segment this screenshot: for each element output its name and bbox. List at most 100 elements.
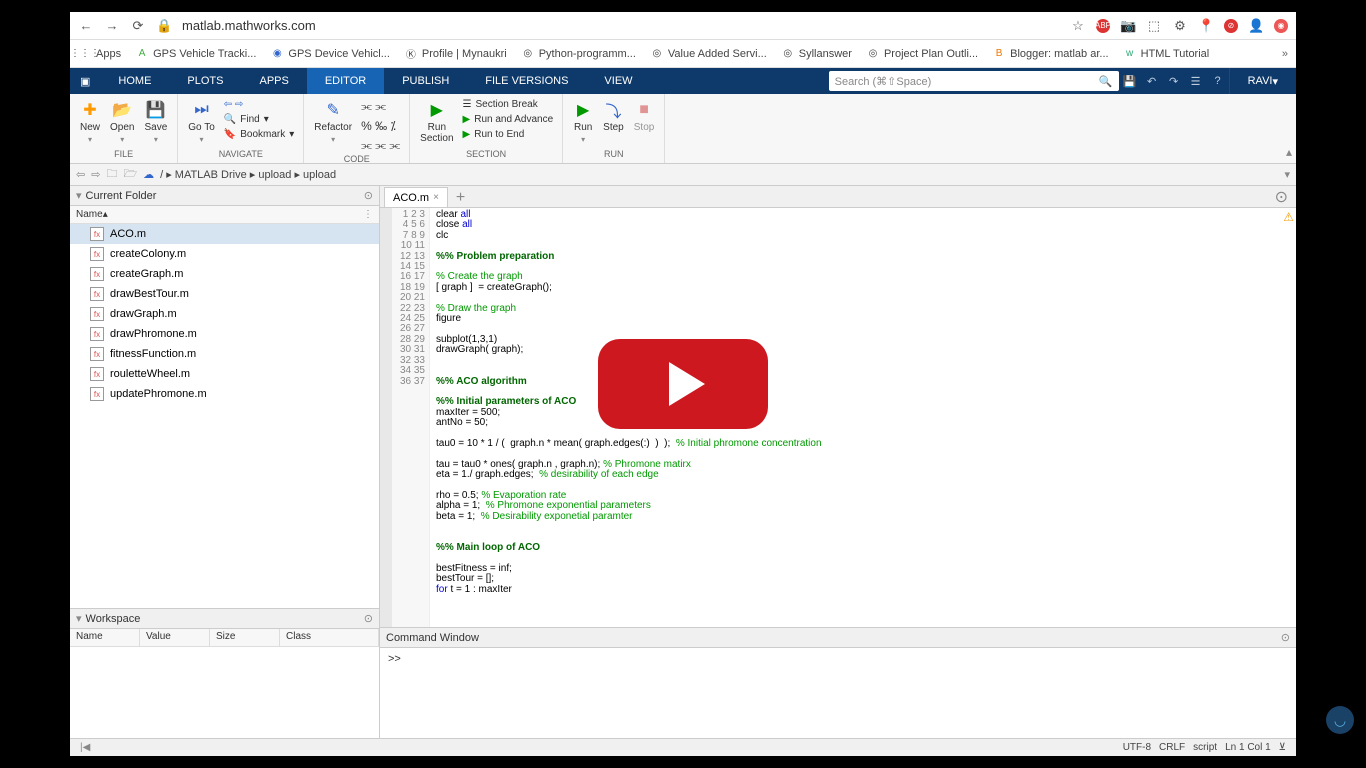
bookmark-item[interactable]: BBlogger: matlab ar...	[992, 47, 1108, 61]
file-item[interactable]: fxdrawBestTour.m	[70, 284, 379, 304]
forward-icon[interactable]: →	[104, 18, 120, 33]
breakpoint-strip[interactable]	[380, 208, 392, 627]
ext2-icon[interactable]: ◉	[1274, 19, 1288, 33]
reload-icon[interactable]: ⟳	[130, 18, 146, 34]
save-button[interactable]: 💾Save▾	[142, 98, 169, 146]
profile-icon[interactable]: 👤	[1248, 18, 1264, 34]
url-field[interactable]: matlab.mathworks.com	[182, 18, 1060, 33]
run-section-button[interactable]: ▶Run Section	[418, 98, 455, 146]
bookmark-item[interactable]: ◎Project Plan Outli...	[866, 47, 978, 61]
save-icon[interactable]: 💾	[1119, 75, 1141, 88]
redo-icon[interactable]: ↷	[1163, 75, 1185, 88]
bookmark-item[interactable]: wHTML Tutorial	[1123, 47, 1210, 61]
bookmark-item[interactable]: ◎Syllanswer	[781, 47, 852, 61]
path-fwd-icon[interactable]: ⇨	[91, 168, 100, 181]
collapse-ribbon-icon[interactable]: ▴	[1282, 94, 1296, 163]
matlab-logo-icon[interactable]: ▣	[70, 68, 100, 94]
undo-icon[interactable]: ↶	[1141, 75, 1163, 88]
tabs-close-icon[interactable]: ⊙	[1267, 187, 1296, 207]
status-type[interactable]: script	[1193, 742, 1217, 753]
file-item[interactable]: fxdrawPhromone.m	[70, 324, 379, 344]
nav-arrows[interactable]: ⇦ ⇨	[223, 98, 296, 111]
format-icon[interactable]: ⫘ ⫘ ⫘	[360, 137, 401, 154]
file-item[interactable]: fxdrawGraph.m	[70, 304, 379, 324]
status-position[interactable]: Ln 1 Col 1	[1225, 742, 1271, 753]
section-break-button[interactable]: ☰Section Break	[462, 98, 555, 111]
bookmark-item[interactable]: ◎Value Added Servi...	[650, 47, 767, 61]
folder-icon[interactable]: 🗀	[106, 165, 117, 184]
tab-editor[interactable]: EDITOR	[307, 68, 384, 94]
float-badge-icon[interactable]: ◡	[1326, 706, 1354, 734]
tab-home[interactable]: HOME	[100, 68, 169, 94]
code-editor[interactable]: 1 2 3 4 5 6 7 8 9 10 11 12 13 14 15 16 1…	[380, 208, 1296, 628]
camera-icon[interactable]: 📷	[1120, 18, 1136, 34]
file-item[interactable]: fxcreateGraph.m	[70, 264, 379, 284]
col-name[interactable]: Name	[70, 629, 140, 646]
bookmark-button[interactable]: 🔖Bookmark ▾	[223, 128, 296, 141]
cloud-icon[interactable]: ☁	[143, 168, 154, 181]
play-overlay-button[interactable]	[598, 339, 768, 429]
file-item[interactable]: fxACO.m	[70, 224, 379, 244]
bookmark-item[interactable]: ◎Python-programm...	[521, 47, 636, 61]
editor-tab[interactable]: ACO.m×	[384, 187, 448, 207]
panel-close-icon[interactable]: ⊙	[1281, 631, 1290, 644]
search-input[interactable]: Search (⌘⇧Space)🔍	[829, 71, 1119, 91]
code-content[interactable]: clear all close all clc %% Problem prepa…	[430, 208, 1296, 627]
path-dropdown-icon[interactable]: ▾	[1284, 168, 1290, 181]
abp-icon[interactable]: ABP	[1096, 19, 1110, 33]
file-item[interactable]: fxrouletteWheel.m	[70, 364, 379, 384]
indent-icon[interactable]: ⫘ ⫘	[360, 98, 401, 115]
comment-icon[interactable]: % ‰ ⁒	[360, 118, 401, 134]
tab-publish[interactable]: PUBLISH	[384, 68, 467, 94]
ext-icon[interactable]: ⊘	[1224, 19, 1238, 33]
refactor-button[interactable]: ✎Refactor▾	[312, 98, 354, 146]
tab-plots[interactable]: PLOTS	[169, 68, 241, 94]
back-icon[interactable]: ←	[78, 18, 94, 33]
status-eol[interactable]: CRLF	[1159, 742, 1185, 753]
tab-fileversions[interactable]: FILE VERSIONS	[467, 68, 586, 94]
file-item[interactable]: fxupdatePhromone.m	[70, 384, 379, 404]
col-value[interactable]: Value	[140, 629, 210, 646]
status-playbar-icon[interactable]: |◀	[80, 742, 90, 753]
tab-apps[interactable]: APPS	[241, 68, 306, 94]
command-window[interactable]: >>	[380, 648, 1296, 738]
apps-menu[interactable]: ⋮⋮⋮Apps	[78, 47, 121, 61]
bookmark-item[interactable]: ⓀProfile | Mynaukri	[404, 47, 507, 61]
step-button[interactable]: ⤵Step	[601, 98, 626, 135]
gear-icon[interactable]: ⚙	[1172, 18, 1188, 34]
puzzle-icon[interactable]: ⬚	[1146, 18, 1162, 34]
status-zoom-icon[interactable]: ⊻	[1279, 742, 1286, 753]
help-icon[interactable]: ?	[1207, 75, 1229, 87]
pin-icon[interactable]: 📍	[1198, 18, 1214, 34]
up-icon[interactable]: 🗁	[123, 165, 137, 184]
find-button[interactable]: 🔍Find ▾	[223, 113, 296, 126]
collapse-icon[interactable]: ▾	[76, 189, 82, 202]
run-end-button[interactable]: ▶Run to End	[462, 128, 555, 141]
warning-icon[interactable]: ⚠	[1283, 210, 1294, 224]
star-icon[interactable]: ☆	[1070, 18, 1086, 34]
collapse-icon[interactable]: ▾	[76, 612, 82, 625]
user-menu[interactable]: RAVI ▾	[1229, 68, 1296, 94]
open-button[interactable]: 📂Open▾	[108, 98, 136, 146]
file-item[interactable]: fxfitnessFunction.m	[70, 344, 379, 364]
tab-view[interactable]: VIEW	[586, 68, 650, 94]
run-button[interactable]: ▶Run▾	[571, 98, 595, 146]
folder-column-header[interactable]: Name ▴⋮	[70, 206, 379, 224]
col-class[interactable]: Class	[280, 629, 379, 646]
new-tab-icon[interactable]: +	[448, 189, 473, 207]
panel-close-icon[interactable]: ⊙	[364, 189, 373, 202]
new-button[interactable]: ✚New▾	[78, 98, 102, 146]
tray-icon[interactable]: ☰	[1185, 75, 1207, 88]
goto-button[interactable]: ⏭Go To▾	[186, 98, 217, 146]
bookmark-item[interactable]: ◉GPS Device Vehicl...	[270, 47, 390, 61]
col-size[interactable]: Size	[210, 629, 280, 646]
path-back-icon[interactable]: ⇦	[76, 168, 85, 181]
close-tab-icon[interactable]: ×	[433, 192, 439, 203]
path-root[interactable]: / ▸ MATLAB Drive ▸ upload ▸ upload	[160, 168, 336, 181]
run-advance-button[interactable]: ▶Run and Advance	[462, 113, 555, 126]
panel-close-icon[interactable]: ⊙	[364, 612, 373, 625]
file-item[interactable]: fxcreateColony.m	[70, 244, 379, 264]
bookmarks-overflow[interactable]: »	[1282, 48, 1288, 60]
status-encoding[interactable]: UTF-8	[1123, 742, 1151, 753]
bookmark-item[interactable]: AGPS Vehicle Tracki...	[135, 47, 256, 61]
